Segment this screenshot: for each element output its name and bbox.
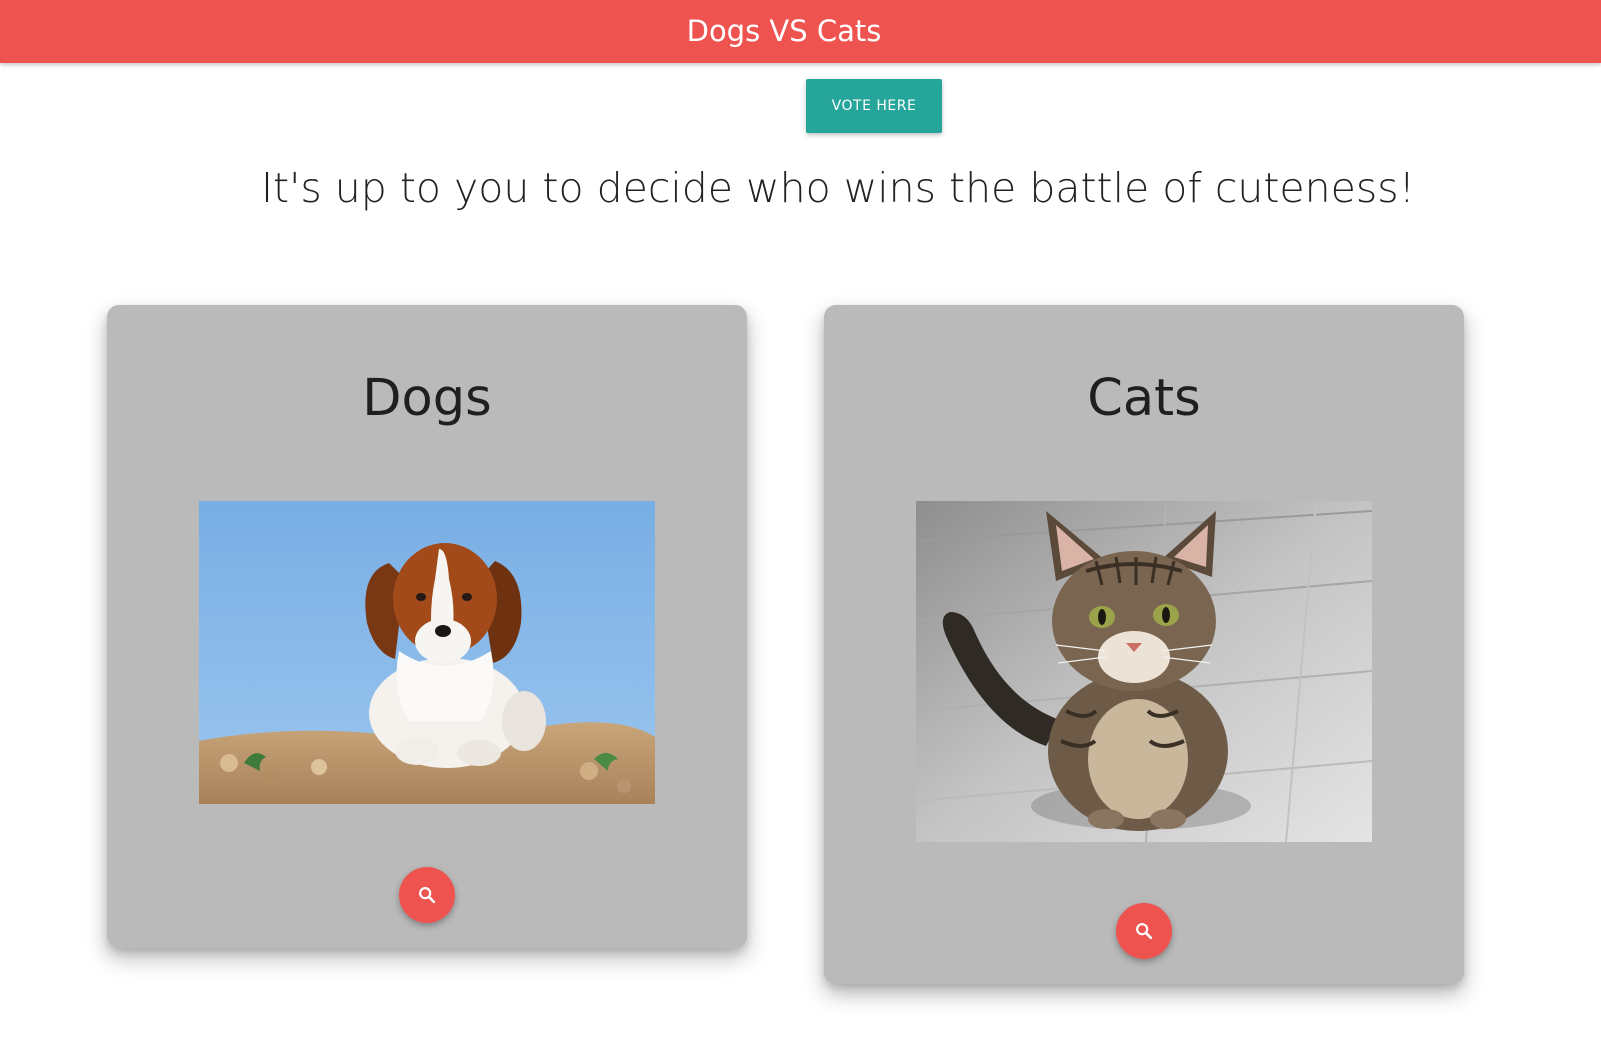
dogs-card: Dogs <box>107 305 747 948</box>
top-app-bar: Dogs VS Cats <box>0 0 1601 63</box>
vote-here-button[interactable]: VOTE HERE <box>806 79 942 133</box>
tagline: It's up to you to decide who wins the ba… <box>260 164 1416 212</box>
cats-card: Cats <box>824 305 1464 984</box>
cats-search-button[interactable] <box>1116 903 1172 959</box>
cat-photo <box>916 501 1372 842</box>
dogs-card-title: Dogs <box>362 369 492 428</box>
cats-card-title: Cats <box>1087 369 1201 428</box>
dogs-search-button[interactable] <box>399 867 455 923</box>
app-title: Dogs VS Cats <box>686 14 882 48</box>
search-icon <box>416 884 438 906</box>
dog-photo <box>199 501 655 804</box>
search-icon <box>1133 920 1155 942</box>
